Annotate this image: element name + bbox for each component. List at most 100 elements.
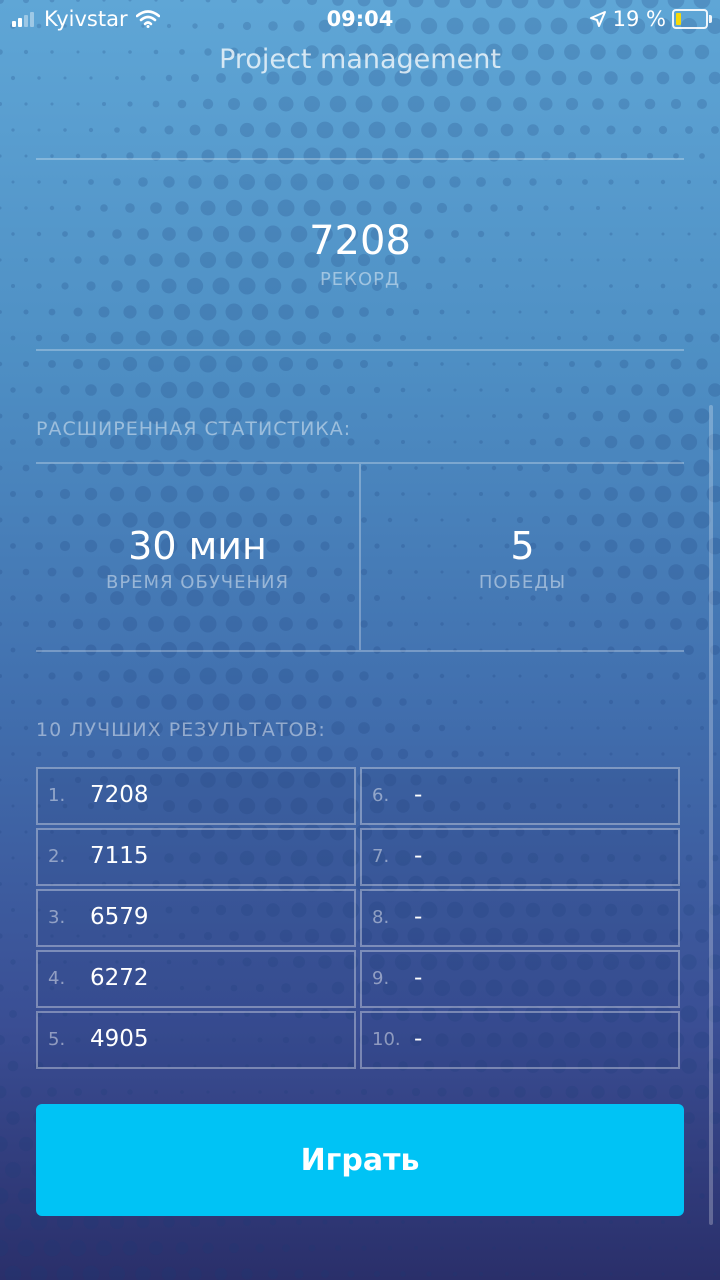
background-dot <box>370 747 384 761</box>
background-dot <box>17 1187 35 1205</box>
background-dot <box>108 1265 126 1280</box>
background-dot <box>0 674 2 678</box>
background-dot <box>361 1245 367 1251</box>
background-dot <box>22 464 30 472</box>
background-dot <box>453 1220 457 1224</box>
background-dot <box>401 1220 405 1224</box>
background-dot <box>279 357 293 371</box>
scrollbar[interactable] <box>709 405 713 1225</box>
play-button[interactable]: Играть <box>36 1104 684 1216</box>
background-dot <box>386 1088 394 1096</box>
background-dot <box>10 491 16 497</box>
score-rank: 4. <box>48 968 66 989</box>
stats-screen: Kyivstar 09:04 19 % Project management 7… <box>0 0 720 1280</box>
background-dot <box>82 1265 100 1280</box>
background-dot <box>148 356 164 372</box>
background-dot <box>85 332 97 344</box>
background-dot <box>76 102 80 106</box>
background-dot <box>699 725 705 731</box>
background-dot <box>557 700 561 704</box>
background-dot <box>582 335 588 341</box>
background-dot <box>608 699 614 705</box>
background-dot <box>618 98 630 110</box>
background-dot <box>400 1271 406 1277</box>
background-dot <box>160 381 178 399</box>
background-dot <box>186 329 204 347</box>
background-dot <box>530 387 536 393</box>
background-dot <box>127 101 133 107</box>
background-dot <box>202 98 214 110</box>
background-dot <box>695 929 709 943</box>
background-dot <box>504 439 510 445</box>
background-dot <box>607 334 615 342</box>
background-dot <box>149 1241 163 1255</box>
background-dot <box>264 693 282 711</box>
background-dot <box>175 201 189 215</box>
background-dot <box>303 199 321 217</box>
score-cell: 1. 7208 <box>36 767 356 825</box>
background-dot <box>478 751 484 757</box>
score-value: - <box>414 965 423 991</box>
background-dot <box>609 1220 613 1224</box>
background-dot <box>453 336 457 340</box>
score-rank: 1. <box>48 785 66 806</box>
background-dot <box>606 125 616 135</box>
background-dot <box>490 204 498 212</box>
background-dot <box>713 804 717 808</box>
background-dot <box>213 174 229 190</box>
background-dot <box>399 698 407 706</box>
background-dot <box>186 693 204 711</box>
background-dot <box>0 1136 8 1152</box>
background-dot <box>674 726 678 730</box>
background-dot <box>214 1267 228 1280</box>
background-dot <box>36 751 42 757</box>
background-dot <box>595 309 601 315</box>
background-dot <box>685 1166 693 1174</box>
background-dot <box>102 102 106 106</box>
background-dot <box>700 1246 704 1250</box>
background-dot <box>565 1085 579 1099</box>
background-dot <box>452 699 458 705</box>
background-dot <box>695 617 709 631</box>
score-cell: 5. 4905 <box>36 1011 356 1069</box>
background-dot <box>359 671 369 681</box>
background-dot <box>646 672 654 680</box>
background-dot <box>335 1245 341 1251</box>
background-dot <box>661 1272 665 1276</box>
background-dot <box>567 411 577 421</box>
background-dot <box>544 310 548 314</box>
background-dot <box>123 305 137 319</box>
background-dot <box>136 695 150 709</box>
background-dot <box>592 98 604 110</box>
background-dot <box>61 750 69 758</box>
background-dot <box>140 75 146 81</box>
background-dot <box>226 148 242 164</box>
background-dot <box>317 746 333 762</box>
background-dot <box>188 175 202 189</box>
background-dot <box>304 96 320 112</box>
background-dot <box>135 330 151 346</box>
background-dot <box>360 360 368 368</box>
background-dot <box>658 125 668 135</box>
background-dot <box>386 308 394 316</box>
background-dot <box>73 307 83 317</box>
background-dot <box>225 355 243 373</box>
background-dot <box>440 362 444 366</box>
background-dot <box>290 121 308 139</box>
background-dot <box>622 206 626 210</box>
background-dot <box>531 336 535 340</box>
background-dot <box>0 726 2 730</box>
background-dot <box>570 310 574 314</box>
background-dot <box>617 1085 631 1099</box>
background-dot <box>479 1220 483 1224</box>
background-dot <box>10 699 16 705</box>
background-dot <box>97 357 111 371</box>
background-dot <box>335 1089 341 1095</box>
background-dot <box>643 409 657 423</box>
background-dot <box>426 335 432 341</box>
background-dot <box>492 362 496 366</box>
score-cell: 4. 6272 <box>36 950 356 1008</box>
background-dot <box>699 1193 705 1199</box>
battery-percent: 19 % <box>612 7 666 31</box>
background-dot <box>381 95 399 113</box>
